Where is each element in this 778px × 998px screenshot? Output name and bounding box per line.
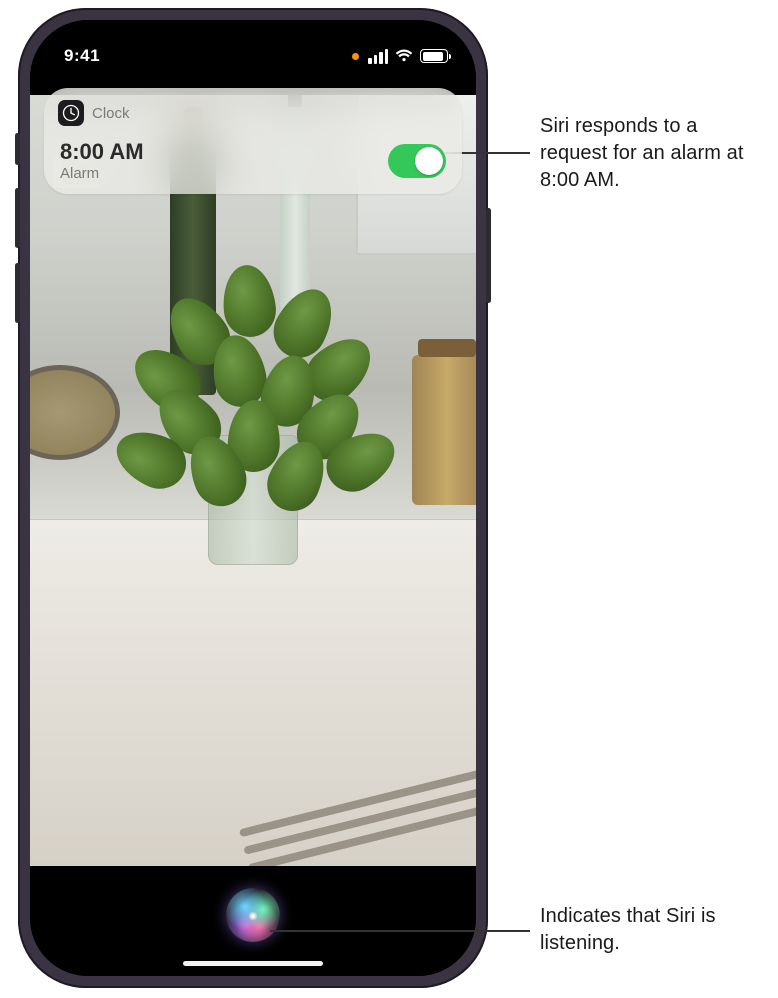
screen: 9:41 — [30, 20, 476, 976]
clock-alarm-notification[interactable]: Clock 8:00 AM Alarm — [44, 88, 462, 194]
alarm-label: Alarm — [60, 165, 144, 182]
notification-app-name: Clock — [92, 105, 130, 122]
volume-up-button — [15, 188, 20, 248]
status-time: 9:41 — [64, 46, 100, 66]
cellular-signal-icon — [368, 49, 388, 64]
mic-indicator-dot — [352, 53, 359, 60]
dynamic-island — [189, 38, 317, 74]
wifi-icon — [395, 49, 413, 63]
status-icons — [352, 49, 448, 64]
battery-icon — [420, 49, 448, 63]
callout-top: Siri responds to a request for an alarm … — [540, 113, 765, 194]
alarm-time: 8:00 AM — [60, 140, 144, 164]
wallpaper-photo — [30, 95, 476, 866]
power-button — [486, 208, 491, 303]
volume-down-button — [15, 263, 20, 323]
iphone-device-frame: 9:41 — [18, 8, 488, 988]
home-indicator[interactable] — [183, 961, 323, 966]
siri-orb[interactable] — [226, 888, 280, 942]
callout-bottom: Indicates that Siri is listening. — [540, 903, 765, 957]
notification-header: Clock — [58, 100, 446, 126]
device-bezel: 9:41 — [30, 20, 476, 976]
clock-app-icon — [58, 100, 84, 126]
notification-text: 8:00 AM Alarm — [60, 140, 144, 182]
silence-switch — [15, 133, 20, 165]
callout-leader-line — [270, 930, 530, 932]
alarm-toggle[interactable] — [388, 144, 446, 178]
